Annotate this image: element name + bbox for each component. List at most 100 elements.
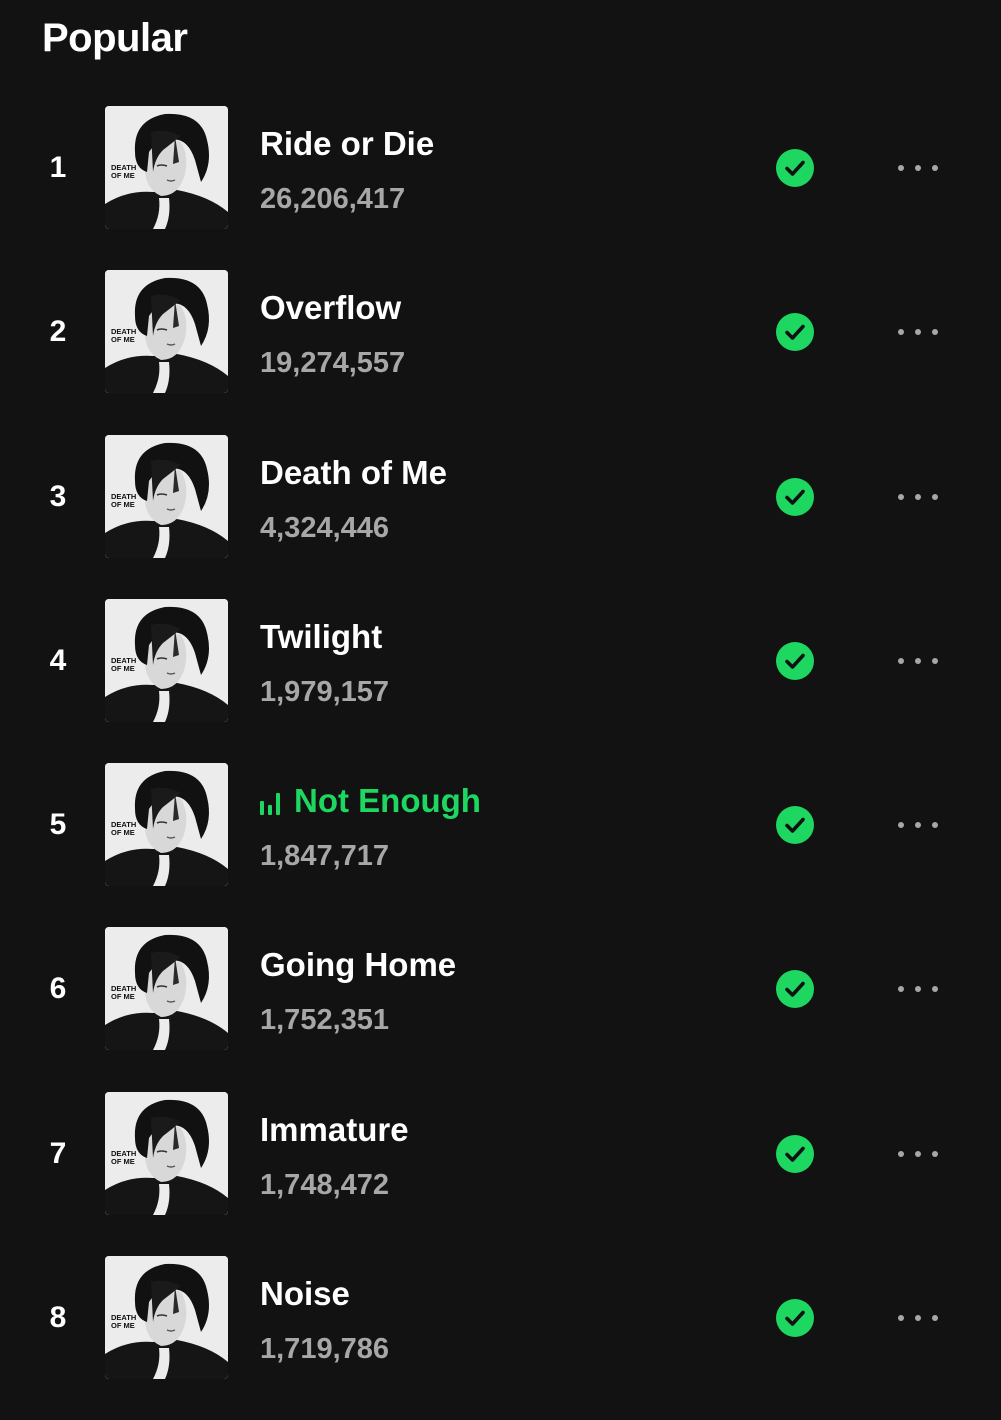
more-options-button[interactable] — [886, 645, 950, 677]
svg-text:OF ME: OF ME — [111, 500, 135, 509]
track-row[interactable]: 6 DEATH OF ME Going Home 1,752,351 — [0, 927, 1001, 1051]
track-title-text: Overflow — [260, 289, 402, 327]
saved-check-icon[interactable] — [776, 313, 814, 352]
dot — [898, 165, 904, 171]
check-icon — [785, 1310, 805, 1326]
track-play-count: 1,979,157 — [260, 675, 390, 708]
track-title-text: Going Home — [260, 946, 457, 984]
track-title[interactable]: Not Enough — [260, 781, 481, 821]
dot — [915, 1315, 921, 1322]
dot — [932, 493, 938, 500]
saved-check-icon[interactable] — [776, 970, 814, 1009]
check-icon — [785, 982, 805, 998]
album-cover-image: DEATHOF ME — [105, 598, 228, 722]
album-cover-image: DEATHOF ME — [105, 106, 228, 229]
svg-text:OF ME: OF ME — [111, 992, 135, 1001]
more-options-button[interactable] — [886, 152, 950, 184]
dot — [932, 329, 938, 336]
svg-text:OF ME: OF ME — [111, 664, 135, 673]
album-art: DEATH OF ME — [105, 927, 228, 1051]
check-icon — [785, 160, 805, 176]
track-title[interactable]: Going Home — [260, 945, 456, 985]
dot — [932, 986, 938, 993]
track-row[interactable]: 8 DEATH OF ME Noise 1,719,786 — [0, 1256, 1001, 1380]
dot — [898, 822, 904, 829]
track-title[interactable]: Ride or Die — [260, 124, 434, 164]
dot — [915, 822, 921, 829]
track-rank: 3 — [49, 479, 67, 513]
check-icon — [785, 1146, 805, 1162]
dot — [898, 329, 904, 336]
check-icon — [785, 817, 805, 833]
track-row[interactable]: 7 DEATH OF ME Immature 1,748,472 — [0, 1091, 1001, 1216]
dot — [915, 329, 921, 336]
track-play-count: 1,847,717 — [260, 840, 390, 873]
dot — [915, 986, 921, 993]
track-title[interactable]: Overflow — [260, 288, 401, 328]
album-art: DEATH OF ME — [105, 434, 228, 558]
track-rank: 4 — [49, 643, 67, 677]
dot — [915, 165, 921, 171]
track-play-count: 19,274,557 — [260, 347, 406, 380]
track-row[interactable]: 2 DEATH OF ME Overflow 19,274,557 — [0, 270, 1001, 394]
album-art: DEATH OF ME — [105, 598, 228, 722]
saved-check-icon[interactable] — [776, 641, 814, 680]
track-row[interactable]: 4 DEATH OF ME Twilight 1,979,157 — [0, 598, 1001, 723]
album-cover-image: DEATHOF ME — [105, 763, 228, 887]
saved-check-icon[interactable] — [776, 1299, 814, 1338]
more-options-button[interactable] — [886, 1302, 950, 1334]
section-title: Popular — [42, 16, 188, 60]
svg-text:OF ME: OF ME — [111, 828, 135, 837]
track-title-text: Twilight — [260, 617, 383, 655]
track-title-text: Not Enough — [294, 782, 481, 820]
track-row[interactable]: 5 DEATH OF ME Not Enough 1,847,717 — [0, 763, 1001, 887]
track-title-text: Immature — [260, 1110, 409, 1148]
track-title-text: Death of Me — [260, 453, 448, 491]
dot — [932, 1315, 938, 1322]
dot — [932, 657, 938, 664]
track-title[interactable]: Death of Me — [260, 453, 447, 493]
saved-check-icon[interactable] — [776, 477, 814, 516]
track-play-count: 1,752,351 — [260, 1004, 390, 1037]
album-cover-image: DEATHOF ME — [105, 1091, 228, 1215]
track-play-count: 26,206,417 — [260, 183, 406, 215]
check-icon — [785, 324, 805, 341]
album-art: DEATH OF ME — [105, 106, 228, 229]
svg-text:OF ME: OF ME — [111, 1157, 135, 1166]
album-cover-image: DEATHOF ME — [105, 270, 228, 394]
dot — [898, 657, 904, 664]
track-title-text: Ride or Die — [260, 125, 435, 162]
svg-text:OF ME: OF ME — [111, 335, 135, 344]
track-title-text: Noise — [260, 1275, 350, 1313]
track-row[interactable]: 3 DEATH OF ME Death of Me 4,324,446 — [0, 434, 1001, 559]
album-art: DEATH OF ME — [105, 270, 228, 394]
dot — [932, 165, 938, 171]
more-options-button[interactable] — [886, 973, 950, 1005]
dot — [932, 822, 938, 829]
dot — [898, 1315, 904, 1322]
album-cover-image: DEATHOF ME — [105, 927, 228, 1051]
more-options-button[interactable] — [886, 809, 950, 841]
equalizer-icon — [260, 791, 280, 816]
album-cover-image: DEATHOF ME — [105, 434, 228, 558]
track-title[interactable]: Noise — [260, 1274, 350, 1314]
more-options-button[interactable] — [886, 481, 950, 513]
svg-text:OF ME: OF ME — [111, 171, 135, 180]
track-title[interactable]: Twilight — [260, 617, 382, 657]
dot — [898, 493, 904, 500]
saved-check-icon[interactable] — [776, 806, 814, 845]
saved-check-icon[interactable] — [776, 149, 814, 187]
saved-check-icon[interactable] — [776, 1134, 814, 1173]
dot — [915, 1150, 921, 1157]
dot — [915, 493, 921, 500]
track-title[interactable]: Immature — [260, 1110, 409, 1150]
track-rank: 8 — [49, 1301, 67, 1335]
track-rank: 2 — [49, 315, 67, 349]
more-options-button[interactable] — [886, 316, 950, 348]
more-options-button[interactable] — [886, 1138, 950, 1170]
album-art: DEATH OF ME — [105, 1256, 228, 1380]
track-rank: 6 — [49, 972, 67, 1006]
album-art: DEATH OF ME — [105, 763, 228, 887]
popular-track-list: 1 DEATH OF ME Ride or Die 26,206,417 2 DE… — [0, 106, 1001, 1420]
track-row[interactable]: 1 DEATH OF ME Ride or Die 26,206,417 — [0, 106, 1001, 230]
